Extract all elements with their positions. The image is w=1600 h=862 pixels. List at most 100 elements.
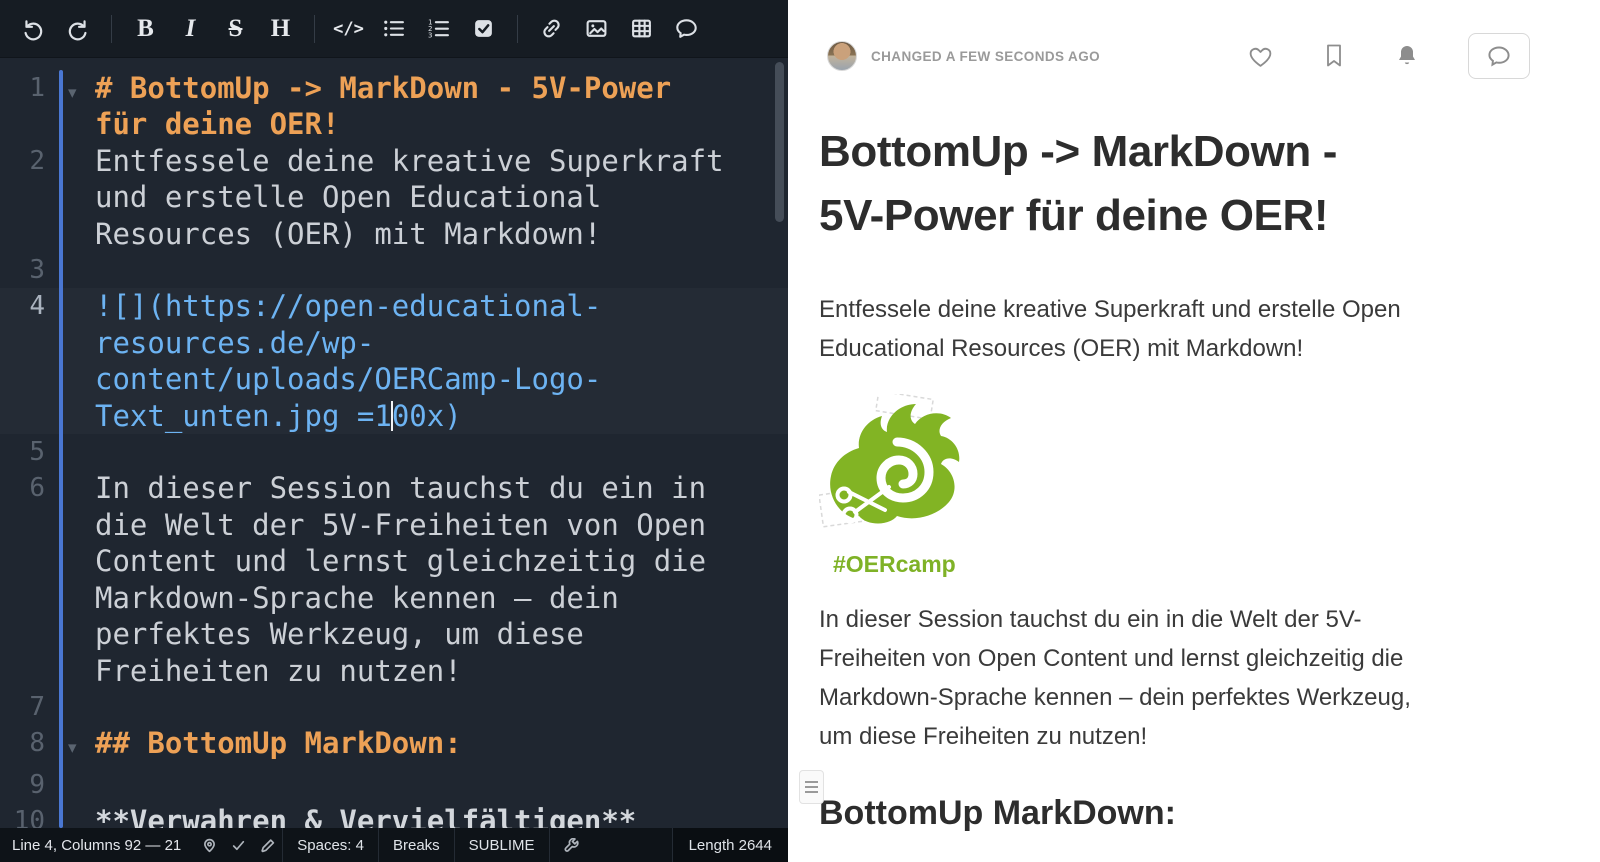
image-markdown-after-cursor: 00x) bbox=[392, 399, 462, 433]
bookmark-button[interactable] bbox=[1322, 43, 1346, 69]
editor-line-text: **Verwahren & Vervielfältigen** bbox=[95, 803, 735, 828]
editor-line: 6 In dieser Session tauchst du ein in di… bbox=[0, 470, 788, 688]
code-button[interactable]: </> bbox=[326, 7, 371, 51]
like-button[interactable] bbox=[1247, 44, 1274, 69]
editor-line: 1 ▾ # BottomUp -> MarkDown - 5V-Power fü… bbox=[0, 70, 788, 143]
toolbar-separator bbox=[314, 15, 315, 43]
checklist-button[interactable] bbox=[461, 7, 506, 51]
check-icon[interactable] bbox=[231, 838, 246, 853]
editor-statusbar: Line 4, Columns 92 — 21 Spaces: 4 Breaks… bbox=[0, 828, 788, 862]
editor-line-text bbox=[95, 252, 735, 288]
preview-pane: CHANGED A FEW SECONDS AGO bbox=[801, 0, 1600, 862]
fold-chevron-icon[interactable]: ▾ bbox=[68, 83, 77, 103]
line-number: 7 bbox=[0, 689, 48, 725]
pane-divider bbox=[788, 0, 801, 862]
editor-line-text bbox=[95, 689, 735, 725]
line-number: 8 bbox=[0, 725, 48, 761]
line-number: 4 bbox=[0, 288, 48, 324]
bullet-list-icon bbox=[382, 17, 405, 40]
strikethrough-button[interactable]: S bbox=[213, 7, 258, 51]
markdown-editor[interactable]: 1 ▾ # BottomUp -> MarkDown - 5V-Power fü… bbox=[0, 58, 788, 828]
undo-button[interactable] bbox=[10, 7, 55, 51]
editor-line: 8 ▾ ## BottomUp MarkDown: bbox=[0, 725, 788, 766]
redo-icon bbox=[66, 17, 90, 41]
last-changed-text: CHANGED A FEW SECONDS AGO bbox=[871, 49, 1100, 64]
italic-icon: I bbox=[186, 15, 196, 43]
comment-icon bbox=[675, 17, 698, 40]
numbered-list-icon: 1 2 3 bbox=[427, 17, 450, 40]
pencil-icon[interactable] bbox=[260, 838, 275, 853]
editor-line-text: ## BottomUp MarkDown: bbox=[95, 725, 735, 761]
numbered-list-button[interactable]: 1 2 3 bbox=[416, 7, 461, 51]
comment-button[interactable] bbox=[664, 7, 709, 51]
indent-setting[interactable]: Spaces: 4 bbox=[282, 828, 378, 862]
line-number: 10 bbox=[0, 803, 48, 828]
link-button[interactable] bbox=[529, 7, 574, 51]
line-number: 3 bbox=[0, 252, 48, 288]
toolbar-separator bbox=[111, 15, 112, 43]
bookmark-icon bbox=[1322, 43, 1346, 69]
editor-line: 2 Entfessele deine kreative Superkraft u… bbox=[0, 143, 788, 252]
linebreak-setting[interactable]: Breaks bbox=[378, 828, 454, 862]
editor-line-text: # BottomUp -> MarkDown - 5V-Power für de… bbox=[95, 70, 735, 143]
bell-icon bbox=[1394, 43, 1420, 69]
heading-button[interactable]: H bbox=[258, 7, 303, 51]
oercamp-logo-text: #OERcamp bbox=[833, 551, 1421, 578]
editor-line: 10 **Verwahren & Vervielfältigen** bbox=[0, 803, 788, 828]
preview-actions bbox=[1247, 33, 1530, 79]
code-icon: </> bbox=[333, 19, 364, 39]
link-icon bbox=[540, 17, 563, 40]
session-paragraph: In dieser Session tauchst du ein in die … bbox=[819, 600, 1421, 756]
authorship-color-bar bbox=[59, 70, 63, 828]
editor-line: 9 bbox=[0, 767, 788, 803]
editor-line-text bbox=[95, 767, 735, 803]
redo-button[interactable] bbox=[55, 7, 100, 51]
editor-line-active: 4 ![](https://open-educational-resources… bbox=[0, 288, 788, 434]
bold-button[interactable]: B bbox=[123, 7, 168, 51]
line-number: 9 bbox=[0, 767, 48, 803]
editor-toolbar: B I S H </> bbox=[0, 0, 788, 58]
svg-text:3: 3 bbox=[428, 31, 432, 40]
oercamp-flame-graphic bbox=[819, 394, 969, 544]
editor-line: 3 bbox=[0, 252, 788, 288]
bold-icon: B bbox=[137, 15, 154, 43]
notifications-button[interactable] bbox=[1394, 43, 1420, 69]
preferences-wrench-icon[interactable] bbox=[549, 828, 593, 862]
editor-pane: B I S H </> bbox=[0, 0, 788, 862]
heading-icon: H bbox=[271, 15, 290, 43]
heart-icon bbox=[1247, 44, 1274, 69]
pane-resize-handle[interactable] bbox=[799, 770, 824, 804]
image-button[interactable] bbox=[574, 7, 619, 51]
line-number: 1 bbox=[0, 70, 48, 106]
italic-button[interactable]: I bbox=[168, 7, 213, 51]
app: B I S H </> bbox=[0, 0, 1600, 862]
line-number: 2 bbox=[0, 143, 48, 179]
editor-scrollbar[interactable] bbox=[775, 62, 784, 222]
table-icon bbox=[630, 17, 653, 40]
strikethrough-icon: S bbox=[229, 15, 243, 43]
avatar[interactable] bbox=[827, 41, 857, 71]
table-button[interactable] bbox=[619, 7, 664, 51]
oercamp-logo-image: #OERcamp bbox=[819, 394, 1421, 578]
section-heading: BottomUp MarkDown: bbox=[819, 790, 1421, 836]
keymap-setting[interactable]: SUBLIME bbox=[454, 828, 549, 862]
toolbar-separator bbox=[517, 15, 518, 43]
editor-line-text: Entfessele deine kreative Superkraft und… bbox=[95, 143, 735, 252]
editor-line: 5 bbox=[0, 434, 788, 470]
comments-panel-button[interactable] bbox=[1468, 33, 1530, 79]
location-pin-icon[interactable] bbox=[202, 838, 217, 853]
image-icon bbox=[585, 17, 608, 40]
editor-line-text bbox=[95, 434, 735, 470]
fold-chevron-icon[interactable]: ▾ bbox=[68, 738, 77, 758]
preview-header: CHANGED A FEW SECONDS AGO bbox=[801, 0, 1600, 76]
intro-paragraph: Entfessele deine kreative Superkraft und… bbox=[819, 290, 1421, 368]
image-markdown-before-cursor: ![](https://open-educational-resources.d… bbox=[95, 289, 601, 432]
editor-line-text: In dieser Session tauchst du ein in die … bbox=[95, 470, 735, 688]
document-length: Length 2644 bbox=[672, 828, 788, 862]
bullet-list-button[interactable] bbox=[371, 7, 416, 51]
line-number: 6 bbox=[0, 470, 48, 506]
editor-line-text: ![](https://open-educational-resources.d… bbox=[95, 288, 735, 434]
rendered-document: BottomUp -> MarkDown - 5V-Power für dein… bbox=[819, 120, 1421, 862]
undo-icon bbox=[21, 17, 45, 41]
comment-bubble-icon bbox=[1487, 44, 1511, 68]
